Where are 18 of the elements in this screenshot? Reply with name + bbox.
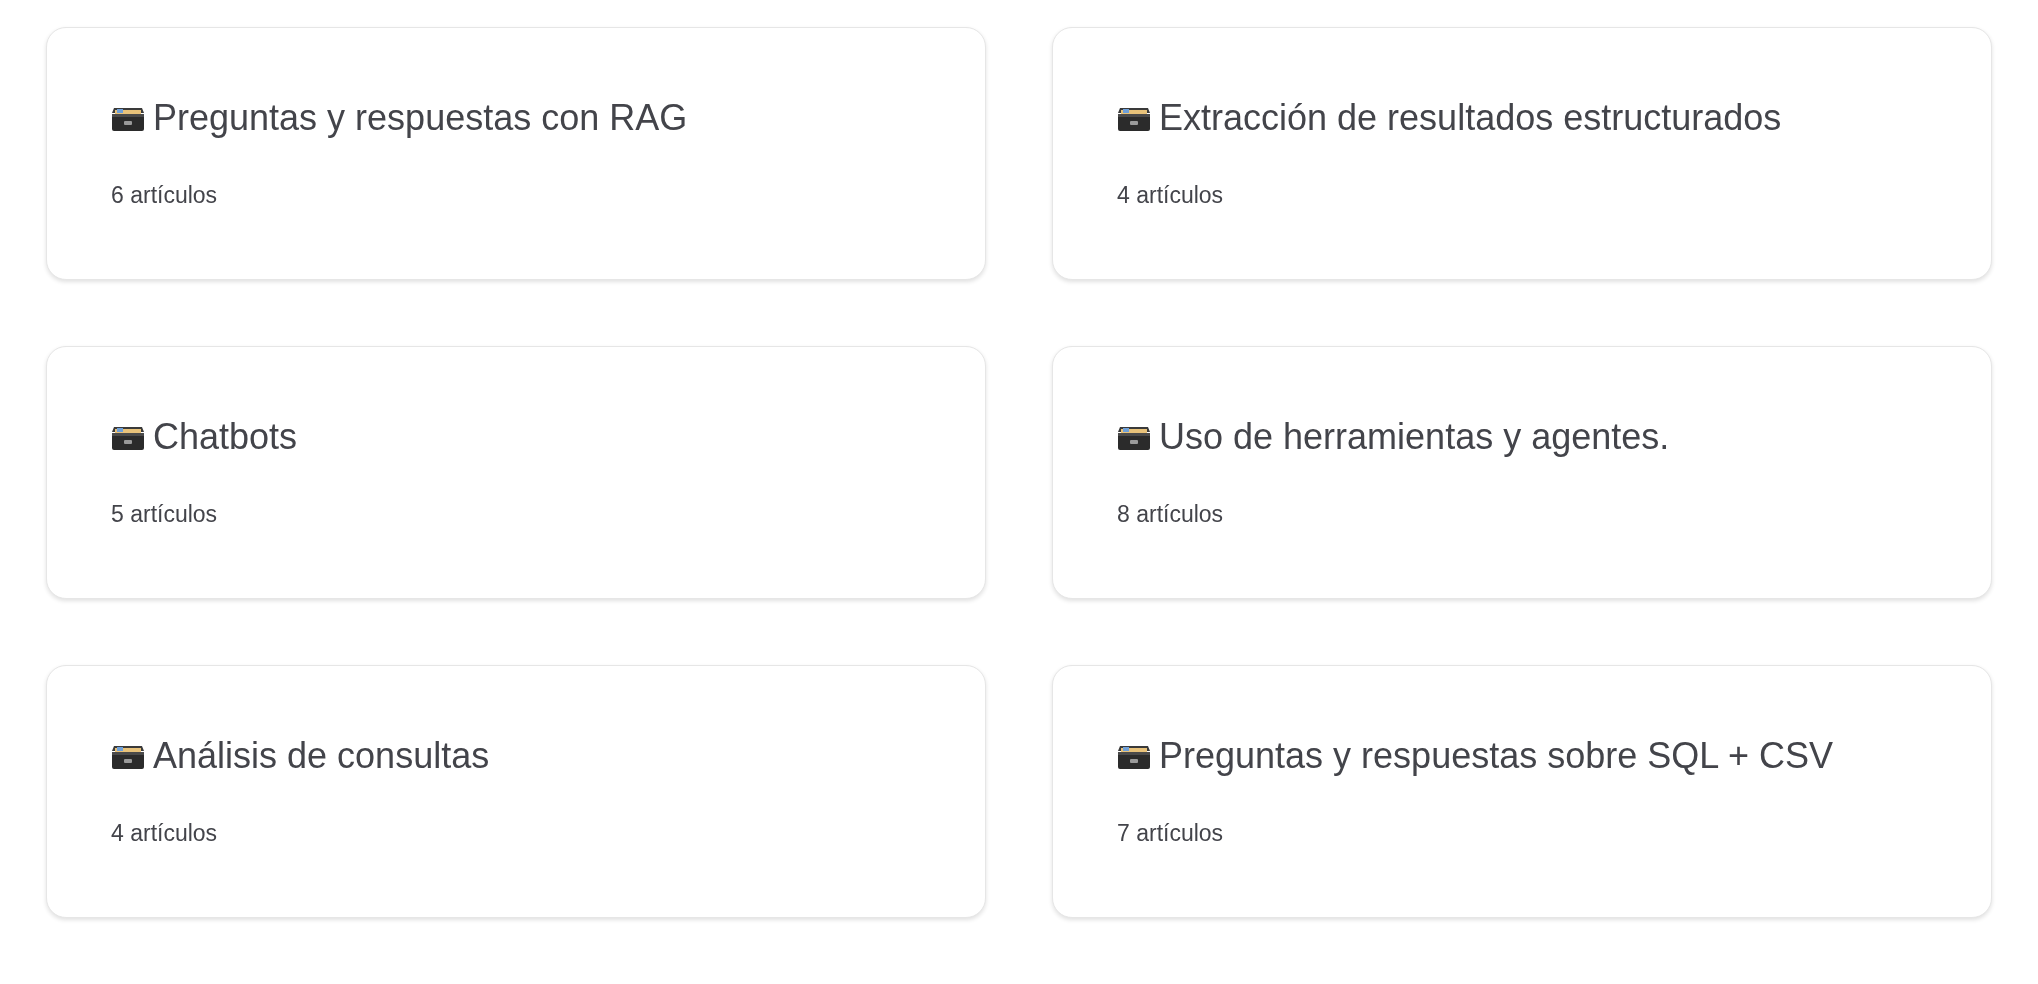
- article-count: 7 artículos: [1117, 819, 1225, 848]
- article-count: 8 artículos: [1117, 500, 1225, 529]
- article-count: 5 artículos: [111, 500, 219, 529]
- article-count: 4 artículos: [111, 819, 219, 848]
- card-title: Análisis de consultas: [153, 734, 490, 778]
- category-card[interactable]: Preguntas y respuestas con RAG 6 artículos: [46, 27, 986, 280]
- category-card[interactable]: Análisis de consultas 4 artículos: [46, 665, 986, 918]
- article-count: 6 artículos: [111, 181, 219, 210]
- category-card[interactable]: Uso de herramientas y agentes. 8 artículos: [1052, 346, 1992, 599]
- category-card[interactable]: Chatbots 5 artículos: [46, 346, 986, 599]
- category-card[interactable]: Preguntas y respuestas sobre SQL + CSV 7 artículos: [1052, 665, 1992, 918]
- category-card[interactable]: Extracción de resultados estructurados 4 artículos: [1052, 27, 1992, 280]
- card-title: Chatbots: [153, 415, 298, 459]
- card-title: Extracción de resultados estructurados: [1159, 96, 1782, 140]
- article-count: 4 artículos: [1117, 181, 1225, 210]
- card-title: Preguntas y respuestas sobre SQL + CSV: [1159, 734, 1833, 778]
- card-title: Preguntas y respuestas con RAG: [153, 96, 688, 140]
- card-title: Uso de herramientas y agentes.: [1159, 415, 1670, 459]
